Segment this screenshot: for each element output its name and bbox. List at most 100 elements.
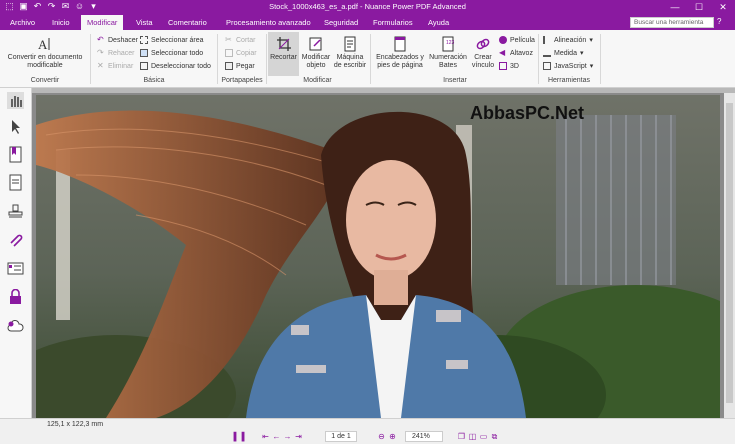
deselect-all-button[interactable]: Deseleccionar todo	[140, 61, 211, 71]
javascript-dropdown[interactable]: JavaScript ▾	[543, 61, 593, 71]
tab-comentario[interactable]: Comentario	[162, 15, 213, 30]
page-dimensions: 125,1 x 122,3 mm	[47, 421, 104, 428]
redo-icon: ↷	[97, 48, 104, 57]
tab-modificar[interactable]: Modificar	[81, 15, 124, 30]
last-page-icon[interactable]: ⇥	[293, 431, 304, 442]
fit-width-icon[interactable]: ▐	[228, 431, 239, 442]
lock-icon[interactable]	[7, 289, 24, 306]
convert-editable-button[interactable]: A Convertir en documento modificable	[4, 36, 86, 70]
scissors-icon: ✂	[225, 35, 232, 44]
next-page-icon[interactable]: →	[282, 431, 293, 442]
group-label-basica: Básica	[143, 77, 165, 84]
page-number-field[interactable]: 1 de 1	[325, 431, 357, 442]
zoom-field[interactable]: 241%	[405, 431, 443, 442]
ruler-icon	[543, 49, 551, 57]
redo-button[interactable]: ↷ Rehacer	[97, 48, 134, 58]
watermark-text: AbbasPC.Net	[470, 103, 585, 123]
bates-icon: 123	[442, 36, 455, 52]
hand-tool-icon[interactable]	[7, 92, 24, 109]
help-icon[interactable]: ?	[717, 17, 721, 26]
alignment-icon	[543, 36, 551, 44]
close-icon[interactable]: ✕	[711, 0, 735, 15]
cut-button[interactable]: ✂ Cortar	[225, 35, 255, 45]
comments-list-icon[interactable]	[7, 260, 24, 277]
select-all-icon	[140, 49, 148, 57]
title-bar: ⬚ ▣ ↶ ↷ ✉ ☺ ▾ Stock_1000x463_es_a.pdf - …	[0, 0, 735, 15]
text-cursor-icon: A	[38, 37, 50, 52]
single-page-icon[interactable]: ❐	[456, 431, 467, 442]
alignment-dropdown[interactable]: Alineación ▾	[543, 35, 593, 45]
typewriter-icon	[344, 36, 356, 52]
deselect-all-icon	[140, 62, 148, 70]
cloud-icon[interactable]	[7, 318, 24, 335]
crop-button[interactable]: Recortar	[268, 36, 299, 62]
speaker-button[interactable]: ◀ Altavoz	[499, 48, 533, 58]
cube-icon	[499, 62, 507, 70]
group-label-modificar: Modificar	[303, 77, 332, 84]
tab-vista[interactable]: Vista	[130, 15, 159, 30]
document-photo	[36, 95, 720, 418]
speaker-icon: ◀	[499, 48, 506, 57]
minimize-icon[interactable]: —	[663, 0, 687, 15]
header-footer-icon	[394, 36, 406, 52]
group-label-herramientas: Herramientas	[547, 77, 590, 84]
svg-text:A: A	[38, 37, 48, 52]
clipboard-icon	[225, 62, 233, 70]
3d-button[interactable]: 3D	[499, 61, 519, 71]
group-divider	[600, 34, 601, 84]
create-link-button[interactable]: Crear vínculo	[468, 36, 498, 70]
maximize-icon[interactable]: ☐	[687, 0, 711, 15]
delete-button[interactable]: ✕ Eliminar	[97, 61, 133, 71]
group-label-portapapeles: Portapapeles	[221, 77, 263, 84]
delete-icon: ✕	[97, 61, 104, 70]
stamp-icon[interactable]	[7, 203, 24, 220]
tab-procesamiento-avanzado[interactable]: Procesamiento avanzado	[220, 15, 317, 30]
page-navigation: ⇤ ← → ⇥	[260, 431, 304, 442]
select-area-button[interactable]: Seleccionar área	[140, 35, 204, 45]
search-input[interactable]: Buscar una herramienta	[630, 17, 714, 28]
select-all-button[interactable]: Seleccionar todo	[140, 48, 203, 58]
vertical-scrollbar[interactable]	[724, 93, 735, 418]
group-divider	[538, 34, 539, 84]
zoom-out-icon[interactable]: ⊖	[376, 431, 387, 442]
paste-button[interactable]: Pegar	[225, 61, 255, 71]
tab-archivo[interactable]: Archivo	[4, 15, 41, 30]
group-label-insertar: Insertar	[443, 77, 467, 84]
tab-ayuda[interactable]: Ayuda	[422, 15, 455, 30]
group-label-convertir: Convertir	[30, 77, 60, 84]
first-page-icon[interactable]: ⇤	[260, 431, 271, 442]
ribbon-tabs: Archivo Inicio Modificar Vista Comentari…	[0, 15, 735, 30]
continuous-icon[interactable]: ▭	[478, 431, 489, 442]
convert-editable-label: Convertir en documento modificable	[7, 54, 83, 69]
page-thumbnail-icon[interactable]	[7, 174, 24, 191]
link-icon	[476, 38, 490, 50]
attachment-link-icon[interactable]	[7, 231, 24, 248]
chevron-down-icon: ▾	[589, 37, 593, 44]
movie-icon	[499, 36, 507, 44]
copy-button[interactable]: Copiar	[225, 48, 257, 58]
chevron-down-icon: ▾	[589, 63, 594, 70]
undo-button[interactable]: ↶ Deshacer	[97, 35, 138, 45]
measure-dropdown[interactable]: Medida ▾	[543, 48, 583, 58]
status-bar: 125,1 x 122,3 mm ▐ ▌ ⇤ ← → ⇥ 1 de 1 ⊖ ⊕ …	[0, 418, 735, 444]
zoom-in-icon[interactable]: ⊕	[387, 431, 398, 442]
tab-seguridad[interactable]: Seguridad	[318, 15, 364, 30]
movie-button[interactable]: Película	[499, 35, 535, 45]
bates-numbering-button[interactable]: 123 Numeración Bates	[428, 36, 468, 70]
modify-object-icon	[309, 37, 322, 51]
bookmark-icon[interactable]	[7, 146, 24, 163]
select-pointer-icon[interactable]	[7, 118, 24, 135]
modify-object-button[interactable]: Modificar objeto	[299, 36, 333, 70]
previous-page-icon[interactable]: ←	[271, 431, 282, 442]
select-area-icon	[140, 36, 148, 44]
layout-buttons: ❐ ◫ ▭ ⧉	[456, 431, 500, 442]
typewriter-button[interactable]: Máquina de escribir	[333, 36, 367, 70]
tab-formularios[interactable]: Formularios	[367, 15, 419, 30]
two-page-icon[interactable]: ◫	[467, 431, 478, 442]
scrollbar-thumb[interactable]	[726, 103, 733, 403]
headers-footers-button[interactable]: Encabezados y pies de página	[374, 36, 426, 70]
fit-page-icon[interactable]: ▌	[239, 431, 250, 442]
full-screen-icon[interactable]: ⧉	[489, 431, 500, 442]
undo-icon: ↶	[97, 35, 104, 44]
tab-inicio[interactable]: Inicio	[46, 15, 76, 30]
